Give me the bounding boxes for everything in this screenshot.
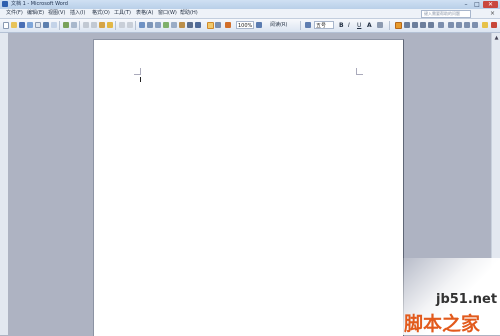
menu-window[interactable]: 窗口(W) [158,9,177,18]
font-color-icon[interactable] [491,22,497,28]
font-color-button[interactable]: A [367,21,372,30]
increase-indent-icon[interactable] [472,22,478,28]
window-title: 文档 1 - Microsoft Word [11,1,68,7]
distributed-icon[interactable] [428,22,434,28]
word-icon [2,1,8,7]
read-button[interactable]: 阅读(R) [270,21,287,30]
line-spacing-icon[interactable] [438,22,444,28]
font-size-select[interactable]: 五号 [314,21,334,29]
separator [300,21,301,30]
align-left-icon[interactable] [395,22,402,29]
styles-icon[interactable] [305,22,311,28]
bold-button[interactable]: B [339,21,344,30]
open-folder-icon[interactable] [11,22,17,28]
menu-help[interactable]: 帮助(H) [180,9,198,18]
menu-format[interactable]: 格式(O) [92,9,110,18]
email-icon[interactable] [35,22,41,28]
chart-icon[interactable] [215,22,221,28]
document-map-icon[interactable] [187,22,193,28]
separator [115,21,116,30]
highlighted-tool-icon[interactable] [207,22,214,29]
highlight-icon[interactable] [482,22,488,28]
margin-corner-top-right [356,68,363,75]
document-close-icon[interactable]: × [490,9,495,18]
spelling-icon[interactable] [63,22,69,28]
menu-edit[interactable]: 编辑(E) [27,9,44,18]
format-painter-icon[interactable] [107,22,113,28]
underline-button[interactable]: U [357,21,361,30]
separator [59,21,60,30]
tables-borders-icon[interactable] [147,22,153,28]
bullets-icon[interactable] [456,22,462,28]
print-icon[interactable] [43,22,49,28]
menu-table[interactable]: 表格(A) [136,9,153,18]
margin-corner-top-left [134,68,141,75]
paste-icon[interactable] [99,22,105,28]
close-button[interactable]: ✕ [483,1,498,8]
justify-icon[interactable] [420,22,426,28]
char-scale-icon[interactable] [377,22,383,28]
numbering-icon[interactable] [448,22,454,28]
scroll-up-icon[interactable]: ▲ [493,35,500,41]
maximize-button[interactable]: □ [472,1,482,8]
copy-icon[interactable] [91,22,97,28]
redo-icon[interactable] [127,22,133,28]
zoom-select[interactable]: 100% [236,21,254,29]
menu-bar: 文件(F) 编辑(E) 视图(V) 插入(I) 格式(O) 工具(T) 表格(A… [0,9,500,19]
menu-tools[interactable]: 工具(T) [114,9,131,18]
separator [135,21,136,30]
drawing-icon[interactable] [179,22,185,28]
align-center-icon[interactable] [404,22,410,28]
menu-view[interactable]: 视图(V) [48,9,65,18]
minimize-button[interactable]: – [461,1,471,8]
save-icon[interactable] [19,22,25,28]
print-preview-icon[interactable] [51,22,57,28]
text-cursor [140,77,141,82]
separator [79,21,80,30]
cut-icon[interactable] [83,22,89,28]
hyperlink-icon[interactable] [139,22,145,28]
decrease-indent-icon[interactable] [464,22,470,28]
show-hide-icon[interactable] [195,22,201,28]
italic-button[interactable]: I [348,21,350,30]
columns-icon[interactable] [171,22,177,28]
help-icon[interactable] [256,22,262,28]
watermark-brand: 脚本之家 [404,313,481,335]
insert-table-icon[interactable] [155,22,161,28]
insert-function-icon[interactable] [225,22,231,28]
undo-icon[interactable] [119,22,125,28]
menu-file[interactable]: 文件(F) [6,9,23,18]
document-page[interactable] [93,39,404,336]
insert-excel-icon[interactable] [163,22,169,28]
align-right-icon[interactable] [412,22,418,28]
menu-insert[interactable]: 插入(I) [70,9,85,18]
permission-icon[interactable] [27,22,33,28]
help-search-input[interactable]: 键入需要帮助的问题 [421,10,471,18]
watermark: jb51.net 脚本之家 [392,258,500,335]
toolbar: 100% 阅读(R) 五号 B I U A [0,19,500,33]
separator [389,21,390,30]
watermark-domain: jb51.net [436,292,498,307]
research-icon[interactable] [71,22,77,28]
new-document-icon[interactable] [3,22,9,29]
